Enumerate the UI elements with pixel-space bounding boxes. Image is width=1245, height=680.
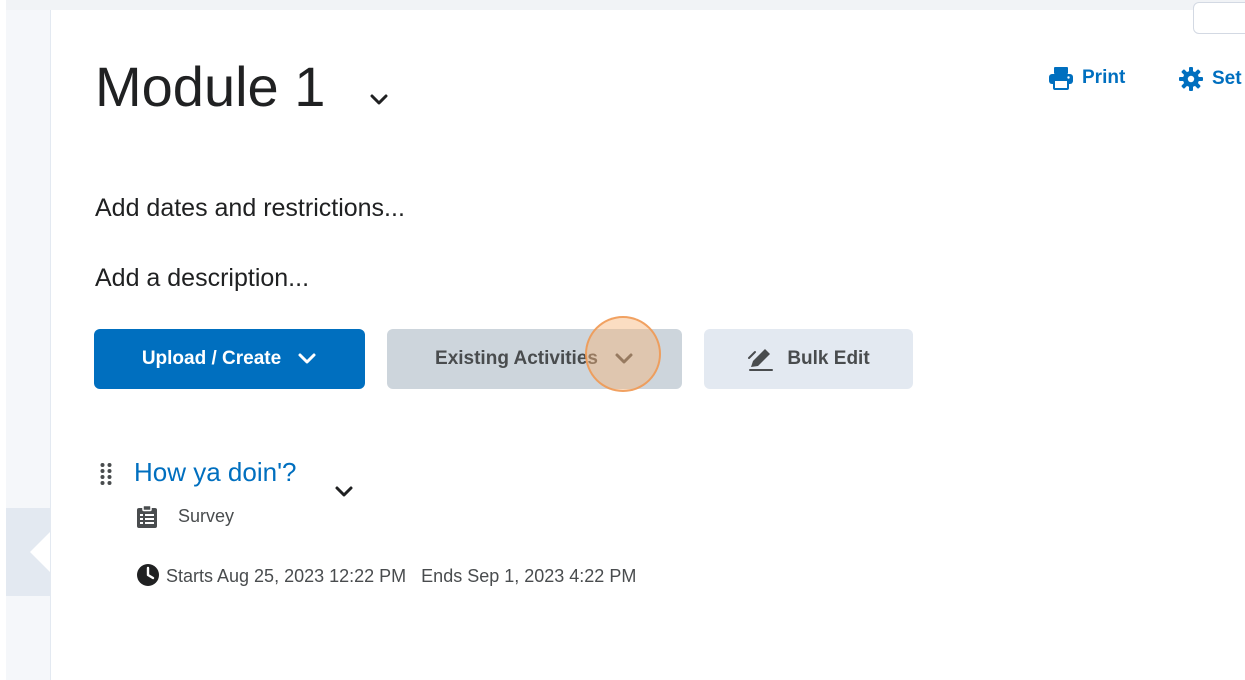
activity-end-date: Ends Sep 1, 2023 4:22 PM <box>421 566 637 586</box>
clock-icon <box>137 564 159 586</box>
drag-handle-icon[interactable] <box>99 462 113 486</box>
settings-label: Set <box>1212 68 1242 89</box>
activity-title-link[interactable]: How ya doin'? <box>134 457 297 488</box>
existing-activities-label: Existing Activities <box>435 348 598 369</box>
existing-activities-button[interactable]: Existing Activities <box>387 329 682 389</box>
activity-start-date: Starts Aug 25, 2023 12:22 PM <box>166 566 407 586</box>
printer-icon <box>1049 67 1073 90</box>
add-description-link[interactable]: Add a description... <box>95 264 309 293</box>
chevron-down-icon[interactable] <box>333 480 355 502</box>
upload-create-button[interactable]: Upload / Create <box>94 329 365 389</box>
activity-type-label: Survey <box>178 506 235 526</box>
survey-icon <box>137 505 157 528</box>
pencil-icon <box>748 349 774 371</box>
print-label: Print <box>1082 67 1126 88</box>
settings-button[interactable]: Set <box>1178 66 1242 92</box>
chevron-down-icon <box>298 353 316 364</box>
add-dates-link[interactable]: Add dates and restrictions... <box>95 194 405 223</box>
gear-icon <box>1179 67 1203 91</box>
page-title[interactable]: Module 1 <box>95 54 325 120</box>
collapse-arrow-icon[interactable] <box>30 532 50 572</box>
top-right-control[interactable] <box>1193 2 1245 34</box>
chevron-down-icon[interactable] <box>368 88 390 110</box>
upload-create-label: Upload / Create <box>141 348 282 369</box>
bulk-edit-label: Bulk Edit <box>787 348 870 369</box>
chevron-down-icon <box>615 353 633 364</box>
print-button[interactable]: Print <box>1048 66 1125 90</box>
activity-dates: Starts Aug 25, 2023 12:22 PM Ends Sep 1, … <box>166 566 636 587</box>
bulk-edit-button[interactable]: Bulk Edit <box>704 329 913 389</box>
